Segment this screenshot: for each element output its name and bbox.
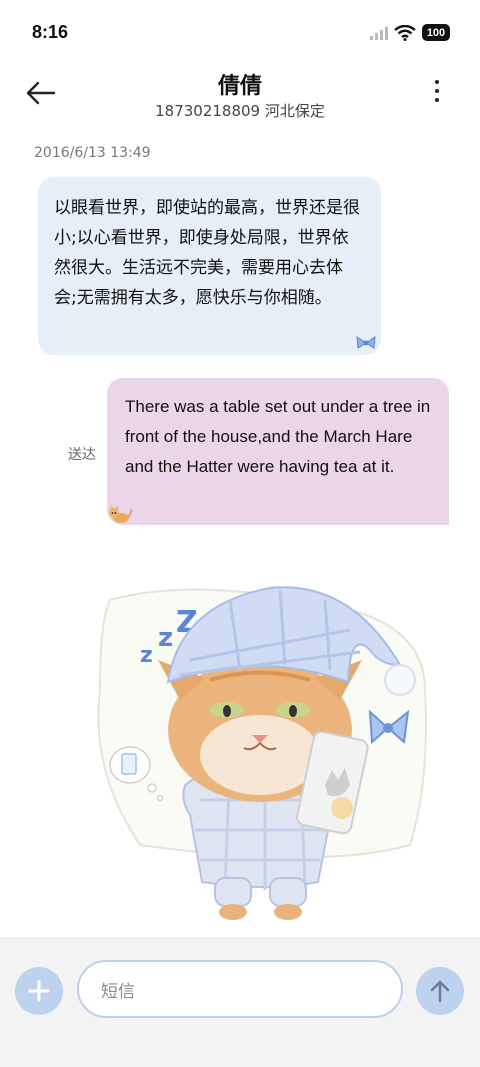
message-placeholder: 短信 [101,981,135,1002]
message-timestamp: 2016/6/13 13:49 [34,145,151,161]
status-icons: 100 [370,24,450,41]
send-button[interactable] [416,967,464,1015]
status-time: 8:16 [32,22,69,42]
more-options-button[interactable] [430,80,444,108]
outgoing-message-text: There was a table set out under a tree i… [125,397,431,476]
message-input[interactable]: 短信 [77,960,403,1018]
incoming-message-bubble[interactable]: 以眼看世界，即使站的最高，世界还是很小;以心看世界，即使身处局限，世界依然很大。… [38,177,381,355]
svg-text:z: z [158,623,173,653]
conversation-header: 倩倩 18730218809 河北保定 [0,64,480,132]
arrow-up-icon [430,980,450,1003]
status-bar: 8:16 100 [0,0,480,64]
cat-emoji-icon [109,505,133,523]
contact-name: 倩倩 [217,74,262,99]
signal-icon [370,26,388,40]
battery-icon: 100 [422,24,450,41]
delivery-status: 送达 [68,447,96,463]
message-composer: 短信 [0,937,480,1067]
more-vertical-icon [430,80,444,102]
bow-icon [356,336,376,349]
incoming-message-text: 以眼看世界，即使站的最高，世界还是很小;以心看世界，即使身处局限，世界依然很大。… [54,198,360,308]
contact-subtitle: 18730218809 河北保定 [155,102,325,120]
outgoing-message-bubble[interactable]: There was a table set out under a tree i… [107,378,449,525]
svg-text:z: z [140,643,153,668]
plus-icon [28,980,50,1002]
attach-button[interactable] [15,967,63,1015]
sleepy-cat-sticker[interactable]: z z Z [80,570,440,930]
wifi-icon [394,24,416,41]
